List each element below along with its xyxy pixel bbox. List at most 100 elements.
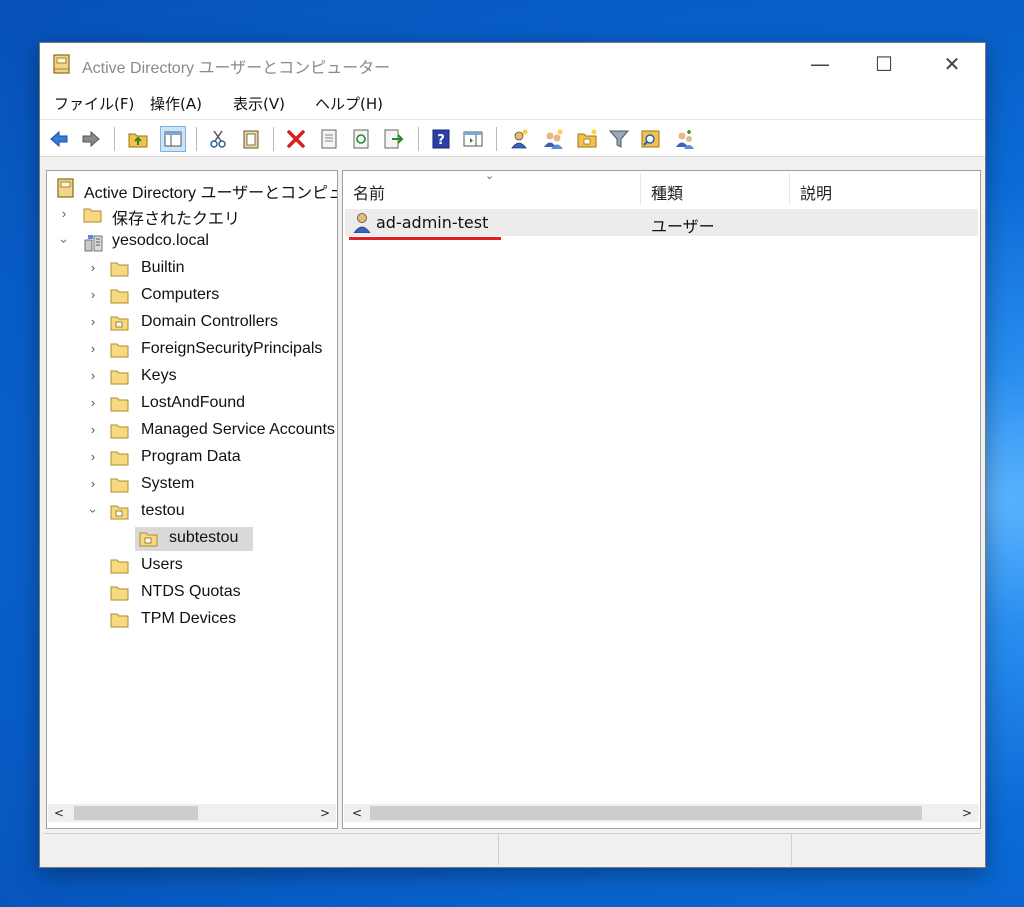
show-console-tree-button[interactable] — [160, 126, 186, 152]
chevron-down-icon[interactable]: › — [57, 235, 72, 247]
tree-item-domain[interactable]: › yesodco.local — [47, 230, 337, 254]
tree-item-root[interactable]: Active Directory ユーザーとコンピュータ — [47, 177, 337, 202]
status-cell — [792, 834, 981, 865]
cut-icon[interactable] — [207, 128, 229, 150]
folder-icon — [110, 613, 129, 628]
properties-icon[interactable] — [318, 128, 340, 150]
new-ou-icon[interactable] — [576, 128, 598, 150]
toolbar-separator — [496, 127, 497, 151]
chevron-right-icon[interactable]: › — [87, 423, 99, 437]
delete-icon[interactable] — [285, 128, 307, 150]
tree-item-keys[interactable]: › Keys — [47, 365, 337, 389]
chevron-right-icon[interactable]: › — [87, 261, 99, 275]
show-action-pane-icon[interactable] — [462, 128, 484, 150]
chevron-right-icon[interactable]: › — [87, 288, 99, 302]
column-header-label: 説明 — [800, 184, 833, 203]
folder-icon — [110, 586, 129, 601]
tree-item-label: TPM Devices — [141, 610, 237, 627]
tree-item-domain-controllers[interactable]: › Domain Controllers — [47, 311, 337, 335]
tree-horizontal-scrollbar[interactable]: < > — [48, 804, 336, 822]
help-icon[interactable]: ? — [430, 128, 452, 150]
folder-icon — [110, 397, 129, 412]
tree-item-program-data[interactable]: › Program Data — [47, 446, 337, 470]
tree-item-managed-service-accounts[interactable]: › Managed Service Accounts — [47, 419, 337, 443]
scroll-left-arrow[interactable]: < — [50, 804, 68, 822]
chevron-right-icon[interactable]: › — [87, 369, 99, 383]
menu-view[interactable]: 表示(V) — [233, 93, 285, 114]
chevron-right-icon[interactable]: › — [87, 450, 99, 464]
minimize-button[interactable]: — — [806, 51, 834, 77]
forward-icon[interactable] — [80, 128, 102, 150]
list-cell-type: ユーザー — [651, 217, 715, 236]
new-user-icon[interactable] — [508, 128, 530, 150]
tree-item-testou[interactable]: › testou — [47, 500, 337, 524]
tree-item-saved-queries[interactable]: › 保存されたクエリ — [47, 203, 337, 229]
ou-folder-icon — [139, 532, 158, 547]
toolbar-separator — [196, 127, 197, 151]
tree-item-label: Users — [141, 556, 183, 573]
menu-file[interactable]: ファイル(F) — [54, 93, 134, 114]
scroll-left-arrow[interactable]: < — [348, 804, 366, 822]
up-folder-icon[interactable] — [127, 128, 149, 150]
tree-item-computers[interactable]: › Computers — [47, 284, 337, 308]
scroll-right-arrow[interactable]: > — [316, 804, 334, 822]
close-button[interactable]: ✕ — [938, 51, 966, 77]
svg-text:?: ? — [437, 133, 445, 148]
chevron-down-icon[interactable]: › — [86, 505, 101, 517]
maximize-button[interactable]: ☐ — [870, 51, 898, 77]
tree-item-tpm-devices[interactable]: TPM Devices — [47, 608, 337, 632]
scroll-right-arrow[interactable]: > — [958, 804, 976, 822]
tree-item-label: Computers — [141, 286, 220, 303]
tree-item-foreign-security-principals[interactable]: › ForeignSecurityPrincipals — [47, 338, 337, 362]
new-group-icon[interactable] — [542, 128, 564, 150]
status-bar — [44, 833, 981, 865]
copy-icon[interactable] — [240, 128, 262, 150]
menu-help[interactable]: ヘルプ(H) — [315, 93, 383, 114]
add-to-group-icon[interactable] — [674, 128, 696, 150]
chevron-right-icon[interactable]: › — [87, 477, 99, 491]
column-header-type[interactable]: 種類 — [641, 171, 789, 207]
list-row[interactable]: ad-admin-test ユーザー — [345, 209, 978, 236]
tree-item-subtestou[interactable]: subtestou — [47, 527, 337, 551]
chevron-right-icon[interactable]: › — [87, 396, 99, 410]
column-header-label: 種類 — [651, 184, 684, 203]
sort-chevron-icon: ⌄ — [485, 170, 495, 182]
show-console-tree-icon — [164, 131, 182, 147]
console-tree-pane: Active Directory ユーザーとコンピュータ › 保存されたクエリ … — [46, 170, 338, 829]
column-header-description[interactable]: 説明 — [790, 171, 980, 207]
chevron-right-icon[interactable]: › — [58, 207, 70, 221]
find-icon[interactable] — [640, 128, 662, 150]
title-bar[interactable]: Active Directory ユーザーとコンピューター — ☐ ✕ — [40, 43, 985, 85]
status-cell — [499, 834, 792, 865]
chevron-right-icon[interactable]: › — [87, 342, 99, 356]
ou-folder-icon — [110, 316, 129, 331]
tree-item-lost-and-found[interactable]: › LostAndFound — [47, 392, 337, 416]
tree-item-label: System — [141, 475, 195, 492]
menu-bar: ファイル(F) 操作(A) 表示(V) ヘルプ(H) — [40, 85, 985, 119]
tree-item-users[interactable]: Users — [47, 554, 337, 578]
column-header-name[interactable]: 名前 ⌄ — [343, 171, 641, 207]
tree-item-builtin[interactable]: › Builtin — [47, 257, 337, 281]
red-underline-annotation — [349, 237, 501, 240]
directory-book-icon — [53, 54, 70, 74]
toolbar-separator — [114, 127, 115, 151]
folder-icon — [110, 343, 129, 358]
tree-item-system[interactable]: › System — [47, 473, 337, 497]
toolbar-separator — [418, 127, 419, 151]
folder-icon — [110, 478, 129, 493]
filter-icon[interactable] — [608, 128, 630, 150]
tree-item-label: Active Directory ユーザーとコンピュータ — [84, 185, 337, 202]
toolbar: ? — [40, 119, 985, 157]
tree-item-ntds-quotas[interactable]: NTDS Quotas — [47, 581, 337, 605]
scroll-thumb[interactable] — [74, 806, 198, 820]
details-pane: 名前 ⌄ 種類 説明 ad-admin-test ユーザー < > — [342, 170, 981, 829]
refresh-icon[interactable] — [350, 128, 372, 150]
menu-action[interactable]: 操作(A) — [150, 93, 202, 114]
directory-book-icon — [57, 178, 74, 198]
scroll-thumb[interactable] — [370, 806, 922, 820]
window-title: Active Directory ユーザーとコンピューター — [82, 60, 391, 77]
details-horizontal-scrollbar[interactable]: < > — [344, 804, 979, 822]
chevron-right-icon[interactable]: › — [87, 315, 99, 329]
back-icon[interactable] — [48, 128, 70, 150]
export-list-icon[interactable] — [382, 128, 404, 150]
